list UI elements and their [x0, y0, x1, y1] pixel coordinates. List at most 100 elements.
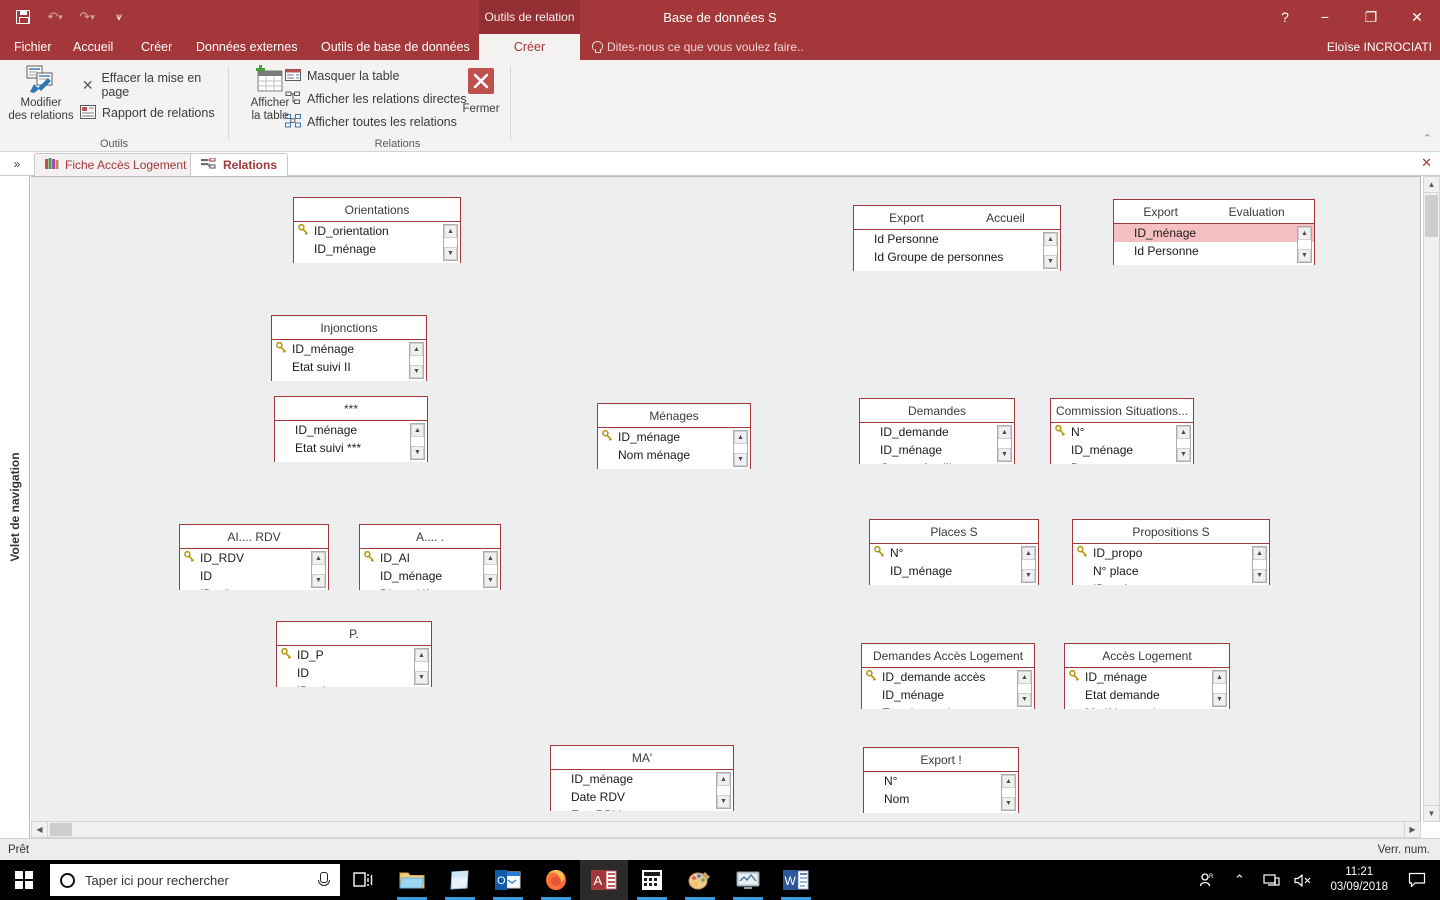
table-box-export-accueil[interactable]: Export Accueil Id Personne Id Groupe de per… [853, 205, 1061, 271]
table-scroll-down-icon[interactable]: ▼ [415, 671, 428, 684]
table-field-list[interactable]: ID_demande accèsID_ménageEtat demande▲▼ [862, 668, 1034, 709]
start-button-icon[interactable] [0, 860, 48, 900]
modifier-relations-button[interactable]: Modifier des relations [2, 64, 80, 123]
table-scroll-up-icon[interactable]: ▲ [484, 552, 497, 565]
table-scroll-track[interactable] [998, 439, 1011, 448]
table-scroll-up-icon[interactable]: ▲ [411, 424, 424, 437]
masquer-table-button[interactable]: Masquer la table [285, 65, 399, 87]
doc-tab-fiche-acces-logement[interactable]: Fiche Accès Logement [34, 153, 198, 176]
table-box-export-bang[interactable]: Export ! N° Nom ▲ ▼ [863, 747, 1019, 813]
table-box-propositions-s[interactable]: Propositions SID_propoN° placeID_mé...▲▼ [1072, 519, 1270, 585]
table-field-list[interactable]: Id Personne Id Groupe de personnes ▲ ▼ [854, 230, 1060, 271]
table-title[interactable]: Export Evaluation [1114, 200, 1314, 224]
table-scroll-down-icon[interactable]: ▼ [1018, 693, 1031, 706]
table-scroll-track[interactable] [1298, 240, 1311, 249]
navigation-pane[interactable]: Volet de navigation [0, 176, 30, 838]
table-box-acces-logement[interactable]: Accès Logement ID_ménage Etat demande Motif… [1064, 643, 1230, 709]
table-field-list[interactable]: ID_demandeID_ménageGroupe famille▲▼ [860, 423, 1014, 464]
table-field-row[interactable]: ID_ménage [551, 770, 733, 788]
table-title[interactable]: Demandes Accès Logement [862, 644, 1034, 668]
table-box-p-table[interactable]: P.ID_PIDID_ré...▲▼ [276, 621, 432, 687]
table-scroll-up-icon[interactable]: ▲ [1002, 775, 1015, 788]
undo-icon[interactable]: ↶ ▾ [42, 4, 68, 30]
tab-donnees-externes[interactable]: Données externes [186, 34, 307, 60]
table-field-row[interactable]: ID_ménage [275, 421, 427, 439]
table-scroll-up-icon[interactable]: ▲ [998, 426, 1011, 439]
doc-tab-relations[interactable]: Relations [190, 153, 289, 176]
tell-me-box[interactable]: Dites-nous ce que vous voulez faire.. [592, 34, 804, 60]
table-field-list[interactable]: ID_AIID_ménageDispositif▲▼ [360, 549, 500, 590]
table-field-row[interactable]: ID_demande accès [862, 668, 1034, 686]
table-scroll-track[interactable] [1018, 684, 1031, 693]
table-field-row[interactable]: Nom ménage [598, 446, 750, 464]
table-scroll-up-icon[interactable]: ▲ [312, 552, 325, 565]
table-scrollbar[interactable]: ▲ ▼ [409, 342, 424, 379]
tab-creer[interactable]: Créer [131, 34, 182, 60]
table-scrollbar[interactable]: ▲ ▼ [997, 425, 1012, 462]
table-scroll-track[interactable] [1177, 439, 1190, 448]
table-field-row[interactable]: N° place [1073, 562, 1269, 580]
tab-fichier[interactable]: Fichier [4, 34, 62, 60]
table-title[interactable]: AI.... RDV [180, 525, 328, 549]
table-field-list[interactable]: ID_ménage Nom ménage ▲ ▼ [598, 428, 750, 469]
table-title[interactable]: *** [275, 397, 427, 421]
table-box-commission-situations[interactable]: Commission Situations... N° ID_ménage Date ▲… [1050, 398, 1194, 464]
vertical-scroll-thumb[interactable] [1425, 195, 1438, 237]
expand-nav-pane-button[interactable]: » [6, 152, 28, 175]
close-document-icon[interactable]: ✕ [1421, 155, 1432, 171]
table-field-row[interactable]: ID_ménage [1114, 224, 1314, 242]
table-field-row[interactable]: Etat demande [862, 704, 1034, 709]
table-title[interactable]: Export Accueil [854, 206, 1060, 230]
save-icon[interactable] [10, 4, 36, 30]
table-field-list[interactable]: ID_ménage Etat suivi *** ▲ ▼ [275, 421, 427, 462]
table-field-list[interactable]: ID_ménageEtat demandeMotif incomplet▲▼ [1065, 668, 1229, 709]
table-scrollbar[interactable]: ▲ ▼ [1212, 670, 1227, 707]
user-account-label[interactable]: Eloïse INCROCIATI [1327, 34, 1432, 60]
table-scrollbar[interactable]: ▲ ▼ [410, 423, 425, 460]
canvas-horizontal-scrollbar[interactable]: ◀ ▶ [31, 821, 1421, 838]
table-scroll-up-icon[interactable]: ▲ [1298, 227, 1311, 240]
scroll-left-icon[interactable]: ◀ [31, 821, 48, 838]
table-field-row[interactable]: ID_ré... [277, 682, 431, 687]
scroll-up-icon[interactable]: ▲ [1423, 176, 1440, 193]
table-scroll-down-icon[interactable]: ▼ [1002, 797, 1015, 810]
table-title[interactable]: Commission Situations... [1051, 399, 1193, 423]
table-scroll-up-icon[interactable]: ▲ [410, 343, 423, 356]
table-scroll-down-icon[interactable]: ▼ [444, 247, 457, 260]
effacer-mise-en-page-button[interactable]: ✕ Effacer la mise en page [80, 71, 228, 99]
taskbar-sticky-notes-icon[interactable] [436, 860, 484, 900]
table-field-list[interactable]: ID_RDVIDID_ré...▲▼ [180, 549, 328, 590]
table-field-row[interactable]: Etat suivi II [272, 358, 426, 376]
table-field-row[interactable]: ID_ménage [862, 686, 1034, 704]
horizontal-scroll-thumb[interactable] [50, 823, 72, 836]
table-scroll-track[interactable] [484, 565, 497, 574]
relations-directes-button[interactable]: Afficher les relations directes [285, 88, 467, 110]
table-scrollbar[interactable]: ▲ ▼ [1001, 774, 1016, 811]
tab-accueil[interactable]: Accueil [63, 34, 123, 60]
help-icon[interactable]: ? [1268, 0, 1302, 34]
table-title[interactable]: A.... . [360, 525, 500, 549]
table-scrollbar[interactable]: ▲ ▼ [414, 648, 429, 685]
table-scroll-down-icon[interactable]: ▼ [998, 448, 1011, 461]
table-scroll-track[interactable] [1044, 246, 1057, 255]
table-scroll-up-icon[interactable]: ▲ [1022, 547, 1035, 560]
chevron-up-icon[interactable]: ⌃ [1224, 860, 1254, 900]
table-box-a-table[interactable]: A.... .ID_AIID_ménageDispositif▲▼ [359, 524, 501, 590]
taskbar-monitor-icon[interactable] [724, 860, 772, 900]
volume-muted-icon[interactable] [1288, 860, 1318, 900]
taskbar-file-explorer-icon[interactable] [388, 860, 436, 900]
table-scroll-track[interactable] [1253, 560, 1266, 569]
table-field-row[interactable]: Groupe famille [860, 459, 1014, 464]
taskbar-task-view-icon[interactable] [340, 860, 388, 900]
table-field-row[interactable]: Id Personne [1114, 242, 1314, 260]
table-title[interactable]: Propositions S [1073, 520, 1269, 544]
table-scroll-track[interactable] [1002, 788, 1015, 797]
table-field-row[interactable]: N° [864, 772, 1018, 790]
table-scroll-down-icon[interactable]: ▼ [411, 446, 424, 459]
table-field-list[interactable]: ID_orientation ID_ménage ▲ ▼ [294, 222, 460, 263]
table-box-export-evaluation[interactable]: Export Evaluation ID_ménage Id Personne ▲ ▼ [1113, 199, 1315, 265]
table-scrollbar[interactable]: ▲ ▼ [1176, 425, 1191, 462]
canvas-vertical-scrollbar[interactable]: ▲ ▼ [1423, 176, 1440, 822]
redo-icon[interactable]: ↷ ▾ [74, 4, 100, 30]
table-field-row[interactable]: Date [1051, 459, 1193, 464]
